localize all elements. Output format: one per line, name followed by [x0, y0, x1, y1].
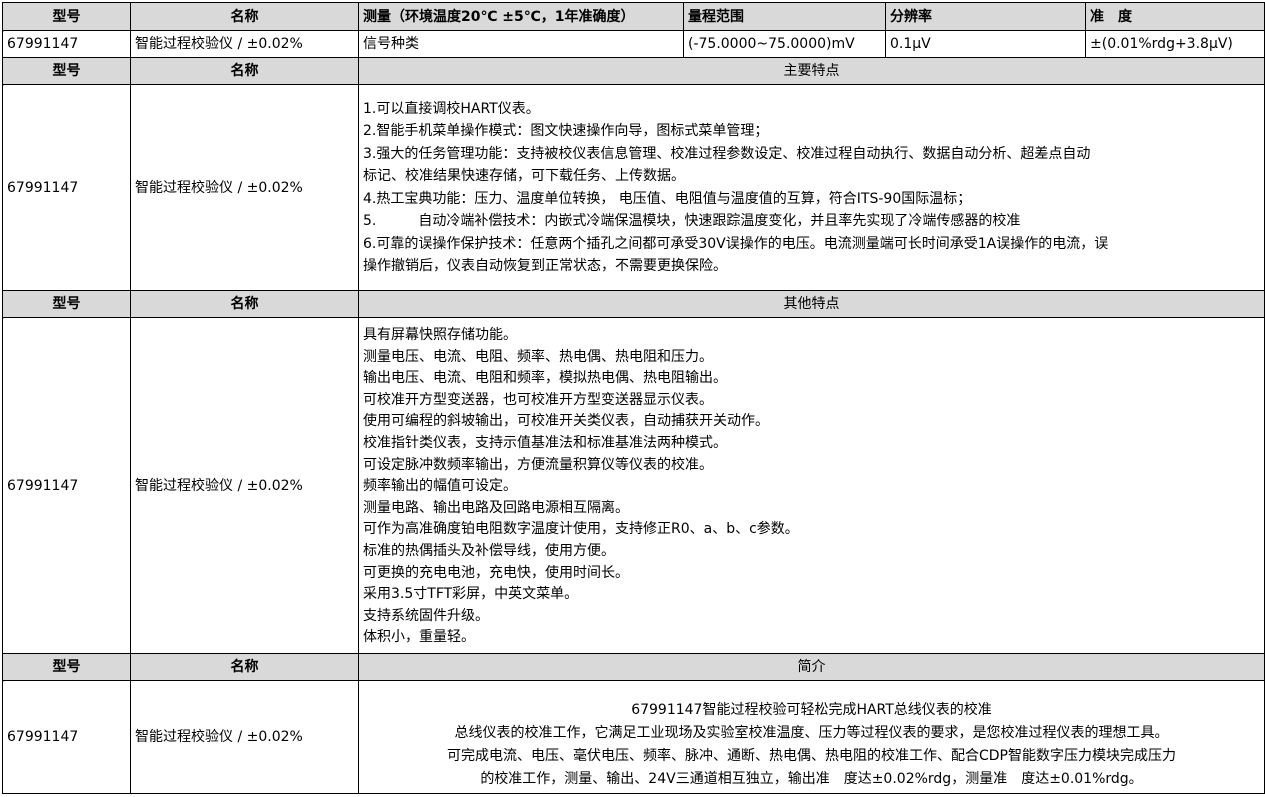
- model-header: 型号: [2, 57, 131, 85]
- accuracy-header: 准 度: [1085, 2, 1265, 31]
- name-header: 名称: [130, 653, 359, 681]
- feature-line: 体积小，重量轻。: [363, 629, 475, 646]
- feature-line: 使用可编程的斜坡输出，可校准开关类仪表，自动捕获开关动作。: [363, 413, 769, 430]
- model-header: 型号: [2, 290, 131, 318]
- intro-text: 67991147智能过程校验可轻松完成HART总线仪表的校准 总线仪表的校准工作…: [358, 680, 1265, 794]
- feature-line: 可校准开方型变送器，也可校准开方型变送器显示仪表。: [363, 391, 713, 408]
- feature-line: 4.热工宝典功能：压力、温度单位转换， 电压值、电阻值与温度值的互算，符合ITS…: [363, 190, 972, 207]
- model-cell: 67991147: [2, 84, 131, 291]
- feature-line: 可更换的充电电池，充电快，使用时间长。: [363, 564, 629, 581]
- other-features-header-row: 型号 名称 其他特点: [2, 290, 1265, 318]
- feature-line: 5. 自动冷端补偿技术：内嵌式冷端保温模块，快速跟踪温度变化，并且率先实现了冷端…: [363, 213, 1021, 229]
- other-features-title: 其他特点: [358, 290, 1265, 318]
- measure-header: 测量（环境温度20℃ ±5℃，1年准确度）: [358, 2, 684, 31]
- feature-line: 频率输出的幅值可设定。: [363, 478, 517, 495]
- signal-type-cell: 信号种类: [358, 30, 684, 58]
- feature-line: 可作为高准确度铂电阻数字温度计使用，支持修正R0、a、b、c参数。: [363, 521, 799, 538]
- feature-line: 1.可以直接调校HART仪表。: [363, 100, 540, 117]
- name-cell: 智能过程校验仪 / ±0.02%: [130, 680, 359, 794]
- main-features-header-row: 型号 名称 主要特点: [2, 57, 1265, 85]
- name-cell: 智能过程校验仪 / ±0.02%: [130, 30, 359, 58]
- name-cell: 智能过程校验仪 / ±0.02%: [130, 84, 359, 291]
- intro-line: 的校准工作，测量、输出、24V三通道相互独立，输出准 度达±0.02%rdg，测…: [480, 771, 1143, 787]
- model-cell: 67991147: [2, 680, 131, 794]
- feature-line: 操作撤销后，仪表自动恢复到正常状态，不需要更换保险。: [363, 258, 727, 274]
- feature-line: 支持系统固件升级。: [363, 607, 489, 624]
- feature-line: 标记、校准结果快速存储，可下载任务、上传数据。: [363, 168, 685, 184]
- intro-row: 67991147 智能过程校验仪 / ±0.02% 67991147智能过程校验…: [2, 680, 1265, 794]
- main-features-title: 主要特点: [358, 57, 1265, 85]
- feature-line: 校准指针类仪表，支持示值基准法和标准基准法两种模式。: [363, 435, 727, 452]
- feature-line: 6.可靠的误操作保护技术：任意两个插孔之间都可承受30V误操作的电压。电流测量端…: [363, 235, 1109, 252]
- intro-line: 总线仪表的校准工作，它满足工业现场及实验室校准温度、压力等过程仪表的要求，是您校…: [454, 725, 1169, 741]
- main-features-row: 67991147 智能过程校验仪 / ±0.02% 1.可以直接调校HART仪表…: [2, 84, 1265, 291]
- intro-line: 67991147智能过程校验可轻松完成HART总线仪表的校准: [631, 702, 992, 718]
- name-header: 名称: [130, 2, 359, 31]
- other-features-row: 67991147 智能过程校验仪 / ±0.02% 具有屏幕快照存储功能。 测量…: [2, 317, 1265, 654]
- spec-header-row: 型号 名称 测量（环境温度20℃ ±5℃，1年准确度） 量程范围 分辨率 准 度: [2, 2, 1265, 31]
- feature-line: 3.强大的任务管理功能：支持被校仪表信息管理、校准过程参数设定、校准过程自动执行…: [363, 145, 1091, 162]
- range-header: 量程范围: [683, 2, 886, 31]
- feature-line: 标准的热偶插头及补偿导线，使用方便。: [363, 542, 615, 559]
- feature-line: 具有屏幕快照存储功能。: [363, 327, 517, 344]
- intro-header-row: 型号 名称 简介: [2, 653, 1265, 681]
- intro-line: 可完成电流、电压、毫伏电压、频率、脉冲、通断、热电偶、热电阻的校准工作、配合CD…: [447, 748, 1176, 764]
- model-cell: 67991147: [2, 30, 131, 58]
- accuracy-cell: ±(0.01%rdg+3.8μV): [1085, 30, 1265, 58]
- feature-line: 测量电压、电流、电阻、频率、热电偶、热电阻和压力。: [363, 348, 713, 365]
- model-header: 型号: [2, 653, 131, 681]
- resolution-header: 分辨率: [885, 2, 1086, 31]
- range-cell: (-75.0000~75.0000)mV: [683, 30, 886, 58]
- feature-line: 采用3.5寸TFT彩屏，中英文菜单。: [363, 586, 579, 603]
- feature-line: 可设定脉冲数频率输出，方便流量积算仪等仪表的校准。: [363, 456, 713, 473]
- feature-line: 测量电路、输出电路及回路电源相互隔离。: [363, 499, 629, 516]
- intro-title: 简介: [358, 653, 1265, 681]
- model-header: 型号: [2, 2, 131, 31]
- resolution-cell: 0.1μV: [885, 30, 1086, 58]
- main-features-list: 1.可以直接调校HART仪表。 2.智能手机菜单操作模式：图文快速操作向导，图标…: [358, 84, 1265, 291]
- name-header: 名称: [130, 290, 359, 318]
- feature-line: 2.智能手机菜单操作模式：图文快速操作向导，图标式菜单管理；: [363, 123, 769, 139]
- name-cell: 智能过程校验仪 / ±0.02%: [130, 317, 359, 654]
- feature-line: 输出电压、电流、电阻和频率，模拟热电偶、热电阻输出。: [363, 370, 727, 387]
- spec-data-row: 67991147 智能过程校验仪 / ±0.02% 信号种类 (-75.0000…: [2, 30, 1265, 58]
- other-features-list: 具有屏幕快照存储功能。 测量电压、电流、电阻、频率、热电偶、热电阻和压力。 输出…: [358, 317, 1265, 654]
- spec-sheet-table: 型号 名称 测量（环境温度20℃ ±5℃，1年准确度） 量程范围 分辨率 准 度…: [2, 2, 1265, 794]
- name-header: 名称: [130, 57, 359, 85]
- model-cell: 67991147: [2, 317, 131, 654]
